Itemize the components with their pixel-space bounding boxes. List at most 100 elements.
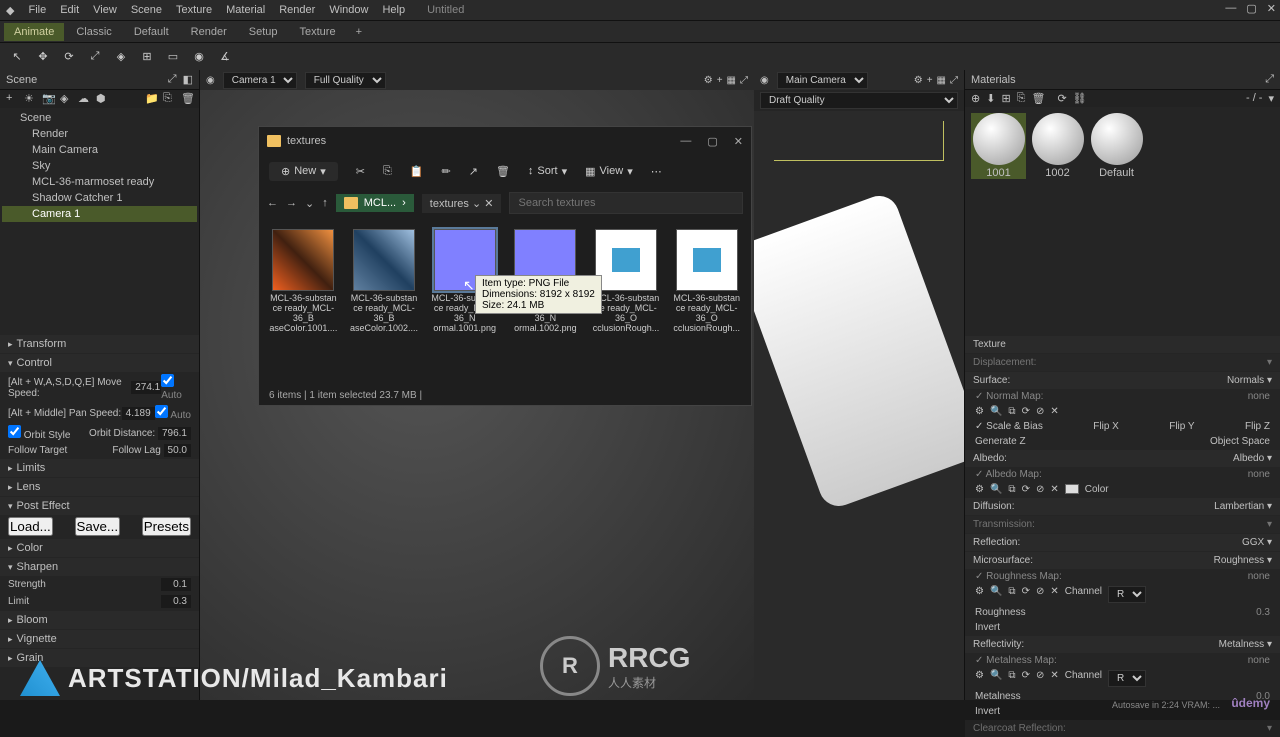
transform-tool-icon[interactable]: ◈ xyxy=(112,48,130,66)
explorer-close-icon[interactable]: ✕ xyxy=(734,135,743,148)
menu-window[interactable]: Window xyxy=(329,4,368,16)
nm-x-icon[interactable]: ✕ xyxy=(1050,406,1058,417)
select-tool-icon[interactable]: ↖ xyxy=(8,48,26,66)
viewport2-quality-select[interactable]: Draft Quality xyxy=(760,92,958,109)
al-clear-icon[interactable]: ⊘ xyxy=(1036,484,1044,495)
section-post-effect[interactable]: Post Effect xyxy=(0,497,199,515)
breadcrumb-current[interactable]: textures ⌄ ✕ xyxy=(422,194,502,213)
section-transform[interactable]: Transform xyxy=(0,335,199,353)
roughness-channel-select[interactable]: R xyxy=(1108,586,1146,603)
section-surface[interactable]: Surface:Normals ▾ xyxy=(965,372,1280,389)
explorer-share-icon[interactable]: ↗ xyxy=(469,165,478,178)
section-texture[interactable]: Texture xyxy=(965,336,1280,353)
mat-preset-dropdown-icon[interactable]: ▾ xyxy=(1268,92,1274,105)
mat-refresh-icon[interactable]: ⟳ xyxy=(1057,92,1066,105)
rg-gear-icon[interactable]: ⚙ xyxy=(975,586,984,603)
mat-grid-icon[interactable]: ⊞ xyxy=(1001,92,1010,105)
explorer-cut-icon[interactable]: ✂ xyxy=(356,165,365,178)
al-x-icon[interactable]: ✕ xyxy=(1050,484,1058,495)
tree-main-camera[interactable]: Main Camera xyxy=(2,142,197,158)
section-vignette[interactable]: Vignette xyxy=(0,630,199,648)
tab-classic[interactable]: Classic xyxy=(66,23,121,41)
mt-clear-icon[interactable]: ⊘ xyxy=(1036,670,1044,687)
scene-expand-icon[interactable]: ⤢ xyxy=(168,73,177,86)
tree-render[interactable]: Render xyxy=(2,126,197,142)
scene-light-icon[interactable]: ☀ xyxy=(24,92,36,104)
metalness-channel-select[interactable]: R xyxy=(1108,670,1146,687)
gizmo-tool-icon[interactable]: ◉ xyxy=(190,48,208,66)
explorer-view-button[interactable]: ▦ View ▾ xyxy=(585,165,633,178)
viewport2-mode-icon[interactable]: ◉ xyxy=(760,75,769,86)
explorer-minimize-icon[interactable]: — xyxy=(680,135,691,148)
vp1-expand-icon[interactable]: ⤢ xyxy=(740,75,748,86)
viewport-mode-icon[interactable]: ◉ xyxy=(206,75,215,86)
menu-texture[interactable]: Texture xyxy=(176,4,212,16)
nm-refresh-icon[interactable]: ⟳ xyxy=(1022,406,1030,417)
tab-texture[interactable]: Texture xyxy=(290,23,346,41)
scene-collapse-icon[interactable]: ◧ xyxy=(183,73,193,86)
section-displacement[interactable]: Displacement:▾ xyxy=(965,354,1280,371)
menu-help[interactable]: Help xyxy=(382,4,405,16)
material-thumb-1001[interactable]: 1001 xyxy=(971,113,1026,179)
explorer-copy-icon[interactable]: ⎘ xyxy=(383,165,392,178)
tree-shadow-catcher[interactable]: Shadow Catcher 1 xyxy=(2,190,197,206)
menu-material[interactable]: Material xyxy=(226,4,265,16)
nm-link-icon[interactable]: ⧉ xyxy=(1008,406,1015,417)
tab-add-button[interactable]: + xyxy=(348,23,370,41)
scene-mesh-icon[interactable]: ◈ xyxy=(60,92,72,104)
scene-add-icon[interactable]: + xyxy=(6,92,18,104)
scene-fog-icon[interactable]: ☁ xyxy=(78,92,90,104)
move-speed-auto-checkbox[interactable] xyxy=(161,374,174,387)
menu-render[interactable]: Render xyxy=(279,4,315,16)
tree-camera-1[interactable]: Camera 1 xyxy=(2,206,197,222)
section-color[interactable]: Color xyxy=(0,539,199,557)
post-load-button[interactable]: Load... xyxy=(8,517,53,536)
al-search-icon[interactable]: 🔍 xyxy=(990,484,1002,495)
vp1-add-icon[interactable]: + xyxy=(717,75,723,86)
section-diffusion[interactable]: Diffusion:Lambertian ▾ xyxy=(965,498,1280,515)
snap-tool-icon[interactable]: ⊞ xyxy=(138,48,156,66)
rotate-tool-icon[interactable]: ⟳ xyxy=(60,48,78,66)
section-microsurface[interactable]: Microsurface:Roughness ▾ xyxy=(965,552,1280,569)
tab-default[interactable]: Default xyxy=(124,23,179,41)
menu-scene[interactable]: Scene xyxy=(131,4,162,16)
tree-scene-root[interactable]: Scene xyxy=(2,110,197,126)
section-limits[interactable]: Limits xyxy=(0,459,199,477)
mat-delete-icon[interactable]: 🗑 xyxy=(1031,92,1045,105)
section-transmission[interactable]: Transmission:▾ xyxy=(965,516,1280,533)
scene-delete-icon[interactable]: 🗑 xyxy=(181,92,193,104)
tree-model[interactable]: MCL-36-marmoset ready xyxy=(2,174,197,190)
minimize-icon[interactable]: — xyxy=(1225,2,1236,15)
menu-file[interactable]: File xyxy=(28,4,46,16)
explorer-new-button[interactable]: ⊕ New ▾ xyxy=(269,162,338,181)
tab-animate[interactable]: Animate xyxy=(4,23,64,41)
file-basecolor-1001[interactable]: MCL-36-substan ce ready_MCL-36_B aseColo… xyxy=(269,229,338,333)
tree-sky[interactable]: Sky xyxy=(2,158,197,174)
pan-speed-auto-checkbox[interactable] xyxy=(155,405,168,418)
mt-gear-icon[interactable]: ⚙ xyxy=(975,670,984,687)
viewport2-camera-select[interactable]: Main Camera xyxy=(777,72,868,89)
scene-folder-icon[interactable]: 📁 xyxy=(145,92,157,104)
section-sharpen[interactable]: Sharpen xyxy=(0,558,199,576)
file-basecolor-1002[interactable]: MCL-36-substan ce ready_MCL-36_B aseColo… xyxy=(350,229,419,333)
vp2-layout-icon[interactable]: ▦ xyxy=(937,75,946,86)
vp2-gear-icon[interactable]: ⚙ xyxy=(914,75,923,86)
mat-link-icon[interactable]: ⛓ xyxy=(1073,92,1087,105)
vp2-expand-icon[interactable]: ⤢ xyxy=(950,75,958,86)
viewport1-camera-select[interactable]: Camera 1 xyxy=(223,72,297,89)
menu-edit[interactable]: Edit xyxy=(60,4,79,16)
rg-clear-icon[interactable]: ⊘ xyxy=(1036,586,1044,603)
material-thumb-1002[interactable]: 1002 xyxy=(1030,113,1085,179)
explorer-up-icon[interactable]: ↑ xyxy=(322,197,328,209)
nm-clear-icon[interactable]: ⊘ xyxy=(1036,406,1044,417)
section-reflectivity[interactable]: Reflectivity:Metalness ▾ xyxy=(965,636,1280,653)
rg-search-icon[interactable]: 🔍 xyxy=(990,586,1002,603)
post-save-button[interactable]: Save... xyxy=(75,517,121,536)
section-clearcoat[interactable]: Clearcoat Reflection:▾ xyxy=(965,720,1280,737)
move-tool-icon[interactable]: ✥ xyxy=(34,48,52,66)
mat-add-icon[interactable]: ⊕ xyxy=(971,92,980,105)
explorer-rename-icon[interactable]: ✏ xyxy=(442,165,451,178)
nm-gear-icon[interactable]: ⚙ xyxy=(975,406,984,417)
albedo-color-swatch[interactable] xyxy=(1065,484,1079,494)
section-lens[interactable]: Lens xyxy=(0,478,199,496)
